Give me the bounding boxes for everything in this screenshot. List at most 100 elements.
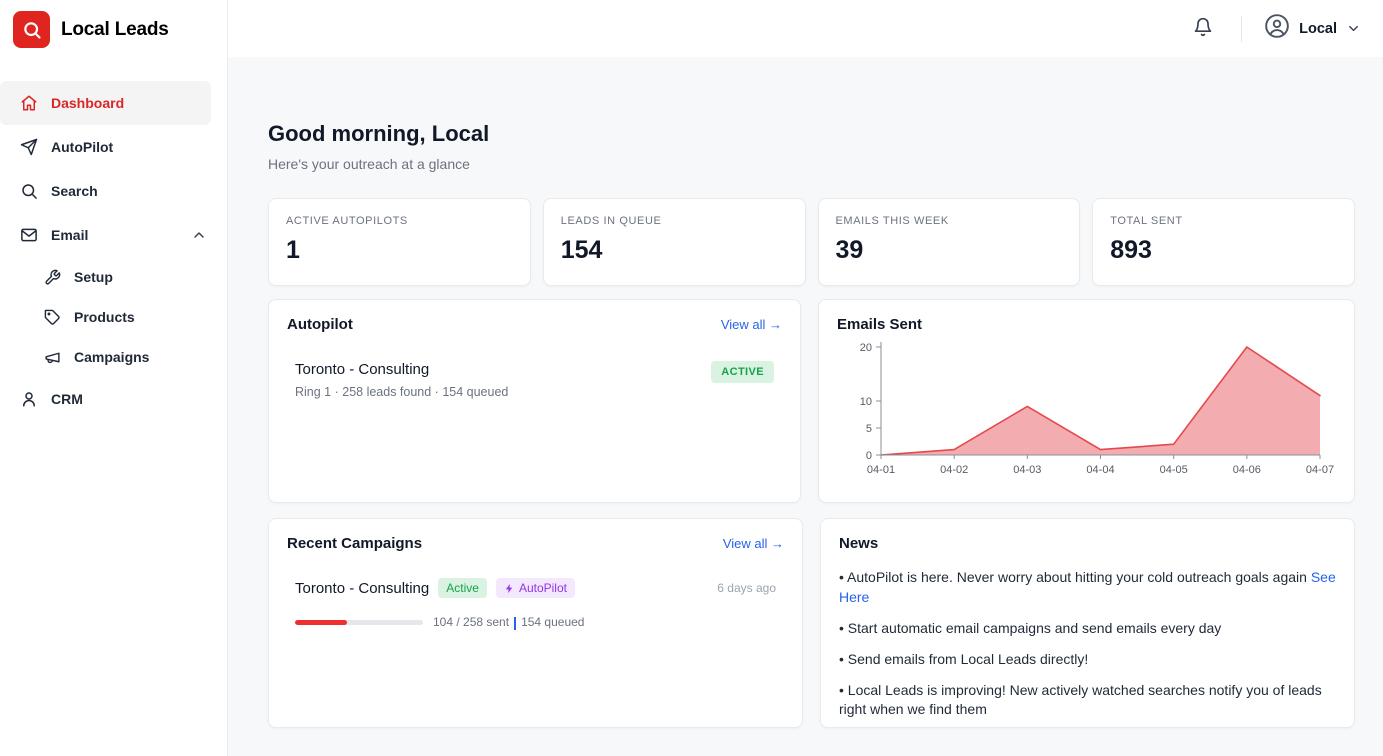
sidebar-item-label: Search — [51, 183, 98, 199]
stat-value: 154 — [560, 236, 603, 264]
notifications-button[interactable] — [1187, 11, 1219, 46]
chevron-down-icon — [1346, 21, 1361, 36]
bolt-icon — [504, 583, 515, 594]
sidebar-item-crm[interactable]: CRM — [0, 377, 227, 421]
svg-text:0: 0 — [866, 450, 872, 462]
stat-label: EMAILS THIS WEEK — [835, 215, 949, 227]
stat-card-active-autopilots: ACTIVE AUTOPILOTS 1 — [268, 198, 531, 286]
user-name-label: Local — [1299, 20, 1337, 37]
app-name: Local Leads — [61, 18, 169, 40]
stat-value: 1 — [286, 236, 300, 264]
app-window: Local Leads Dashboard AutoPilot Search E… — [0, 0, 1383, 756]
stat-label: LEADS IN QUEUE — [560, 215, 662, 227]
campaign-autopilot-badge: AutoPilot — [495, 578, 575, 598]
megaphone-icon — [44, 349, 61, 366]
svg-text:20: 20 — [860, 342, 872, 354]
campaign-active-badge: Active — [438, 578, 487, 598]
svg-text:10: 10 — [860, 396, 872, 408]
panels-row-2: Recent Campaigns View all → Toronto - Co… — [268, 518, 1355, 728]
campaigns-panel-title: Recent Campaigns — [287, 535, 423, 552]
news-item: • AutoPilot is here. Never worry about h… — [839, 569, 1336, 605]
sidebar-item-campaigns[interactable]: Campaigns — [0, 337, 227, 377]
bell-icon — [1193, 17, 1213, 40]
topbar-divider — [1241, 15, 1243, 42]
campaign-queued-text: 154 queued — [521, 615, 585, 629]
sidebar: Local Leads Dashboard AutoPilot Search E… — [0, 0, 228, 756]
chevron-up-icon[interactable] — [191, 227, 207, 243]
home-icon — [20, 94, 38, 112]
stat-value: 893 — [1110, 236, 1152, 264]
topbar: Local — [228, 0, 1383, 57]
campaign-list-item[interactable]: Toronto - Consulting Active AutoPilot 10… — [287, 578, 784, 630]
sidebar-item-label: Email — [51, 227, 89, 243]
svg-text:04-02: 04-02 — [940, 464, 968, 476]
svg-text:04-04: 04-04 — [1086, 464, 1114, 476]
autopilot-view-all-link[interactable]: View all → — [721, 317, 782, 332]
svg-text:04-01: 04-01 — [867, 464, 895, 476]
tools-icon — [44, 269, 61, 286]
stat-label: ACTIVE AUTOPILOTS — [286, 215, 408, 227]
main-area: Local Good morning, Local Here's your ou… — [228, 0, 1383, 756]
stat-card-total-sent: TOTAL SENT 893 — [1092, 198, 1355, 286]
sidebar-item-label: Setup — [74, 269, 113, 285]
campaign-progress-fill — [295, 619, 347, 625]
svg-text:5: 5 — [866, 423, 872, 435]
user-icon — [20, 390, 38, 408]
stat-value: 39 — [835, 236, 864, 264]
campaign-progress-bar — [295, 619, 423, 625]
page-title: Good morning, Local — [268, 121, 490, 146]
avatar-icon — [1264, 13, 1290, 44]
campaign-sent-text: 104 / 258 sent — [433, 615, 510, 629]
svg-text:04-06: 04-06 — [1233, 464, 1261, 476]
tag-icon — [44, 309, 61, 326]
recent-campaigns-panel: Recent Campaigns View all → Toronto - Co… — [268, 518, 803, 728]
sidebar-item-autopilot[interactable]: AutoPilot — [0, 125, 227, 169]
news-item: • Local Leads is improving! New actively… — [839, 681, 1322, 718]
logo-search-icon — [13, 11, 50, 48]
news-item: • Start automatic email campaigns and se… — [839, 619, 1222, 636]
sidebar-item-email[interactable]: Email — [0, 213, 227, 257]
stat-card-leads-in-queue: LEADS IN QUEUE 154 — [542, 198, 806, 286]
news-list: • AutoPilot is here. Never worry about h… — [839, 568, 1336, 720]
panels-row-1: Autopilot View all → Toronto - Consultin… — [268, 299, 1355, 503]
svg-text:04-05: 04-05 — [1160, 464, 1188, 476]
campaigns-view-all-link[interactable]: View all → — [723, 536, 784, 551]
news-panel-title: News — [839, 535, 879, 552]
sidebar-item-products[interactable]: Products — [0, 297, 227, 337]
autopilot-item-name: Toronto - Consulting — [295, 361, 430, 378]
search-icon — [20, 182, 38, 200]
emails-sent-panel: Emails Sent 0 5 10 20 04-01 04-02 04-03 04-04 04… — [818, 299, 1355, 503]
sidebar-item-label: Products — [74, 309, 135, 325]
dashboard-content: Good morning, Local Here's your outreach… — [228, 57, 1383, 756]
page-subtitle: Here's your outreach at a glance — [268, 156, 470, 172]
app-logo[interactable]: Local Leads — [0, 0, 227, 59]
sidebar-item-label: CRM — [51, 391, 83, 407]
autopilot-item-meta: Ring 1 · 258 leads found · 154 queued — [295, 385, 509, 399]
news-panel: News • AutoPilot is here. Never worry ab… — [820, 518, 1355, 728]
autopilot-panel: Autopilot View all → Toronto - Consultin… — [268, 299, 801, 503]
stats-row: ACTIVE AUTOPILOTS 1 LEADS IN QUEUE 154 E… — [268, 198, 1355, 286]
news-item: • Send emails from Local Leads directly! — [839, 650, 1089, 667]
user-menu[interactable]: Local — [1264, 13, 1361, 44]
status-badge: ACTIVE — [711, 361, 774, 383]
campaign-time-ago: 6 days ago — [717, 581, 776, 595]
mail-icon — [20, 226, 38, 244]
autopilot-panel-title: Autopilot — [287, 316, 353, 333]
sidebar-item-dashboard[interactable]: Dashboard — [0, 81, 211, 125]
emails-sent-chart: 0 5 10 20 04-01 04-02 04-03 04-04 04-05 04-06 04-0… — [860, 342, 1334, 476]
svg-text:04-03: 04-03 — [1013, 464, 1041, 476]
queued-divider — [514, 616, 517, 630]
emails-sent-panel-title: Emails Sent — [837, 316, 923, 333]
sidebar-item-setup[interactable]: Setup — [0, 257, 227, 297]
sidebar-item-label: Dashboard — [51, 95, 125, 111]
stat-card-emails-this-week: EMAILS THIS WEEK 39 — [817, 198, 1081, 286]
sidebar-nav: Dashboard AutoPilot Search Email Setup P… — [0, 81, 227, 421]
sidebar-item-search[interactable]: Search — [0, 169, 227, 213]
sidebar-item-label: AutoPilot — [51, 139, 114, 155]
svg-text:04-07: 04-07 — [1306, 464, 1334, 476]
autopilot-list-item[interactable]: Toronto - Consulting Ring 1 · 258 leads … — [287, 361, 782, 399]
stat-label: TOTAL SENT — [1110, 215, 1183, 227]
paper-plane-icon — [20, 138, 38, 156]
sidebar-item-label: Campaigns — [74, 349, 150, 365]
campaign-name: Toronto - Consulting — [295, 579, 430, 597]
